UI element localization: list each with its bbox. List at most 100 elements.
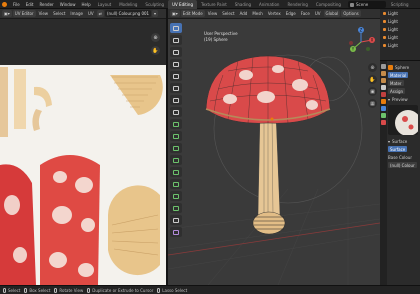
cursor-tool[interactable] xyxy=(170,35,182,45)
pan-hand-icon[interactable]: ✋ xyxy=(151,46,160,55)
menu-window[interactable]: Window xyxy=(57,0,79,9)
poly-build-tool[interactable] xyxy=(170,179,182,189)
outliner-item[interactable]: Light xyxy=(380,9,420,17)
material-name-field[interactable]: Mater xyxy=(388,80,404,86)
surface-shader-field[interactable]: Surface xyxy=(388,146,408,152)
outliner-item[interactable]: Light xyxy=(380,25,420,33)
options-dropdown[interactable]: Options xyxy=(341,10,361,17)
zoom-icon[interactable]: ⊕ xyxy=(151,33,160,42)
menu-render[interactable]: Render xyxy=(36,0,56,9)
3d-viewport[interactable]: User Perspective (19) Sphere X Y Z ⊕ ✋ ▣… xyxy=(168,19,380,285)
annotate-tool[interactable] xyxy=(170,95,182,105)
menu-edit[interactable]: Edit xyxy=(23,0,37,9)
navigation-gizmo[interactable]: X Y Z xyxy=(346,27,376,57)
edit-mode-dropdown[interactable]: Edit Mode xyxy=(180,10,205,17)
move-tool[interactable] xyxy=(170,47,182,57)
scene-selector[interactable]: Scene xyxy=(348,1,386,8)
menu-help[interactable]: Help xyxy=(78,0,93,9)
vp-menu-uv[interactable]: UV xyxy=(313,11,323,16)
transform-tool[interactable] xyxy=(170,83,182,93)
rotate-tool[interactable] xyxy=(170,59,182,69)
spin-tool[interactable] xyxy=(170,191,182,201)
material-slot[interactable]: Material xyxy=(388,72,409,78)
outliner-item[interactable]: Light xyxy=(380,41,420,49)
tool-tab-icon[interactable] xyxy=(381,64,386,69)
smooth-icon xyxy=(173,205,179,211)
outliner-item[interactable]: Light xyxy=(380,17,420,25)
mushroom-stem xyxy=(252,114,286,235)
vp-menu-vertex[interactable]: Vertex xyxy=(266,11,283,16)
bevel-tool[interactable] xyxy=(170,143,182,153)
assign-button[interactable]: Assign xyxy=(388,88,406,94)
inset-tool[interactable] xyxy=(170,131,182,141)
vp-menu-face[interactable]: Face xyxy=(299,11,312,16)
object-name-row: Sphere xyxy=(388,63,420,71)
outliner-item[interactable]: Light xyxy=(380,33,420,41)
cursor-arrow-icon xyxy=(173,25,179,31)
render-tab-icon[interactable] xyxy=(381,71,386,76)
vp-menu-select[interactable]: Select xyxy=(220,11,236,16)
pan-hand-icon[interactable]: ✋ xyxy=(368,75,377,84)
data-tab-icon[interactable] xyxy=(381,113,386,118)
menu-file[interactable]: File xyxy=(10,0,23,9)
outliner-item-label: Light xyxy=(388,10,398,16)
world-tab-icon[interactable] xyxy=(381,92,386,97)
tab-scripting[interactable]: Scripting xyxy=(387,0,413,9)
image-name-field[interactable]: (null) Colour.png 001 xyxy=(104,10,151,17)
output-tab-icon[interactable] xyxy=(381,78,386,83)
blender-logo-icon[interactable] xyxy=(2,1,7,7)
mouse-lasso-icon xyxy=(157,287,161,293)
vp-menu-edge[interactable]: Edge xyxy=(284,11,298,16)
loop-cut-tool[interactable] xyxy=(170,155,182,165)
rip-tool[interactable] xyxy=(170,227,182,237)
uv-menu-view[interactable]: View xyxy=(37,11,51,16)
scene-tab-icon[interactable] xyxy=(381,85,386,90)
preview-header[interactable]: ▾ Preview xyxy=(388,95,420,103)
vp-menu-view[interactable]: View xyxy=(206,11,220,16)
poly-build-icon xyxy=(173,181,179,187)
tab-modeling[interactable]: Modeling xyxy=(115,0,141,9)
vp-menu-add[interactable]: Add xyxy=(238,11,250,16)
tab-animation[interactable]: Animation xyxy=(255,0,283,9)
extrude-tool[interactable] xyxy=(170,119,182,129)
uv-menu-image[interactable]: Image xyxy=(68,11,85,16)
modifier-tab-icon[interactable] xyxy=(381,106,386,111)
editor-type-button[interactable]: ▣▾ xyxy=(2,10,12,17)
orientation-dropdown[interactable]: Global xyxy=(323,10,341,17)
uv-menu-select[interactable]: Select xyxy=(51,11,67,16)
preview-sphere xyxy=(395,110,418,135)
tab-sculpting[interactable]: Sculpting xyxy=(141,0,168,9)
select-tool[interactable] xyxy=(170,23,182,33)
image-browse-button[interactable]: ▾ xyxy=(151,10,158,17)
surface-header[interactable]: ▾ Surface xyxy=(388,137,420,145)
object-tab-icon[interactable] xyxy=(381,99,386,104)
axis-x-label: X xyxy=(371,38,374,43)
vp-menu-mesh[interactable]: Mesh xyxy=(250,11,265,16)
smooth-tool[interactable] xyxy=(170,203,182,213)
tab-uv-editing[interactable]: UV Editing xyxy=(168,0,197,9)
texture-arc xyxy=(34,86,52,107)
tab-rendering[interactable]: Rendering xyxy=(283,0,311,9)
tab-layout[interactable]: Layout xyxy=(94,0,116,9)
shear-tool[interactable] xyxy=(170,215,182,225)
scale-tool[interactable] xyxy=(170,71,182,81)
material-tab-icon[interactable] xyxy=(381,120,386,125)
measure-tool[interactable] xyxy=(170,107,182,117)
editor-type-button[interactable]: ▣▾ xyxy=(170,10,180,17)
tab-texture-paint[interactable]: Texture Paint xyxy=(197,0,231,9)
uv-editor-canvas[interactable]: ⊕ ✋ xyxy=(0,19,166,285)
sync-selection-button[interactable]: ⇄ xyxy=(96,10,104,17)
object-name: Sphere xyxy=(395,64,410,70)
grid-icon[interactable]: ▦ xyxy=(368,99,377,108)
texture-strip xyxy=(0,67,8,137)
knife-tool[interactable] xyxy=(170,167,182,177)
uv-menu-uv[interactable]: UV xyxy=(86,11,96,16)
camera-icon[interactable]: ▣ xyxy=(368,87,377,96)
tab-shading[interactable]: Shading xyxy=(231,0,255,9)
crosshair-icon xyxy=(173,37,179,43)
zoom-icon[interactable]: ⊕ xyxy=(368,63,377,72)
uv-mode-dropdown[interactable]: UV Editor xyxy=(12,10,36,17)
tab-compositing[interactable]: Compositing xyxy=(312,0,345,9)
image-texture-field[interactable]: (null) Colour xyxy=(388,162,417,168)
knife-icon xyxy=(173,169,179,175)
